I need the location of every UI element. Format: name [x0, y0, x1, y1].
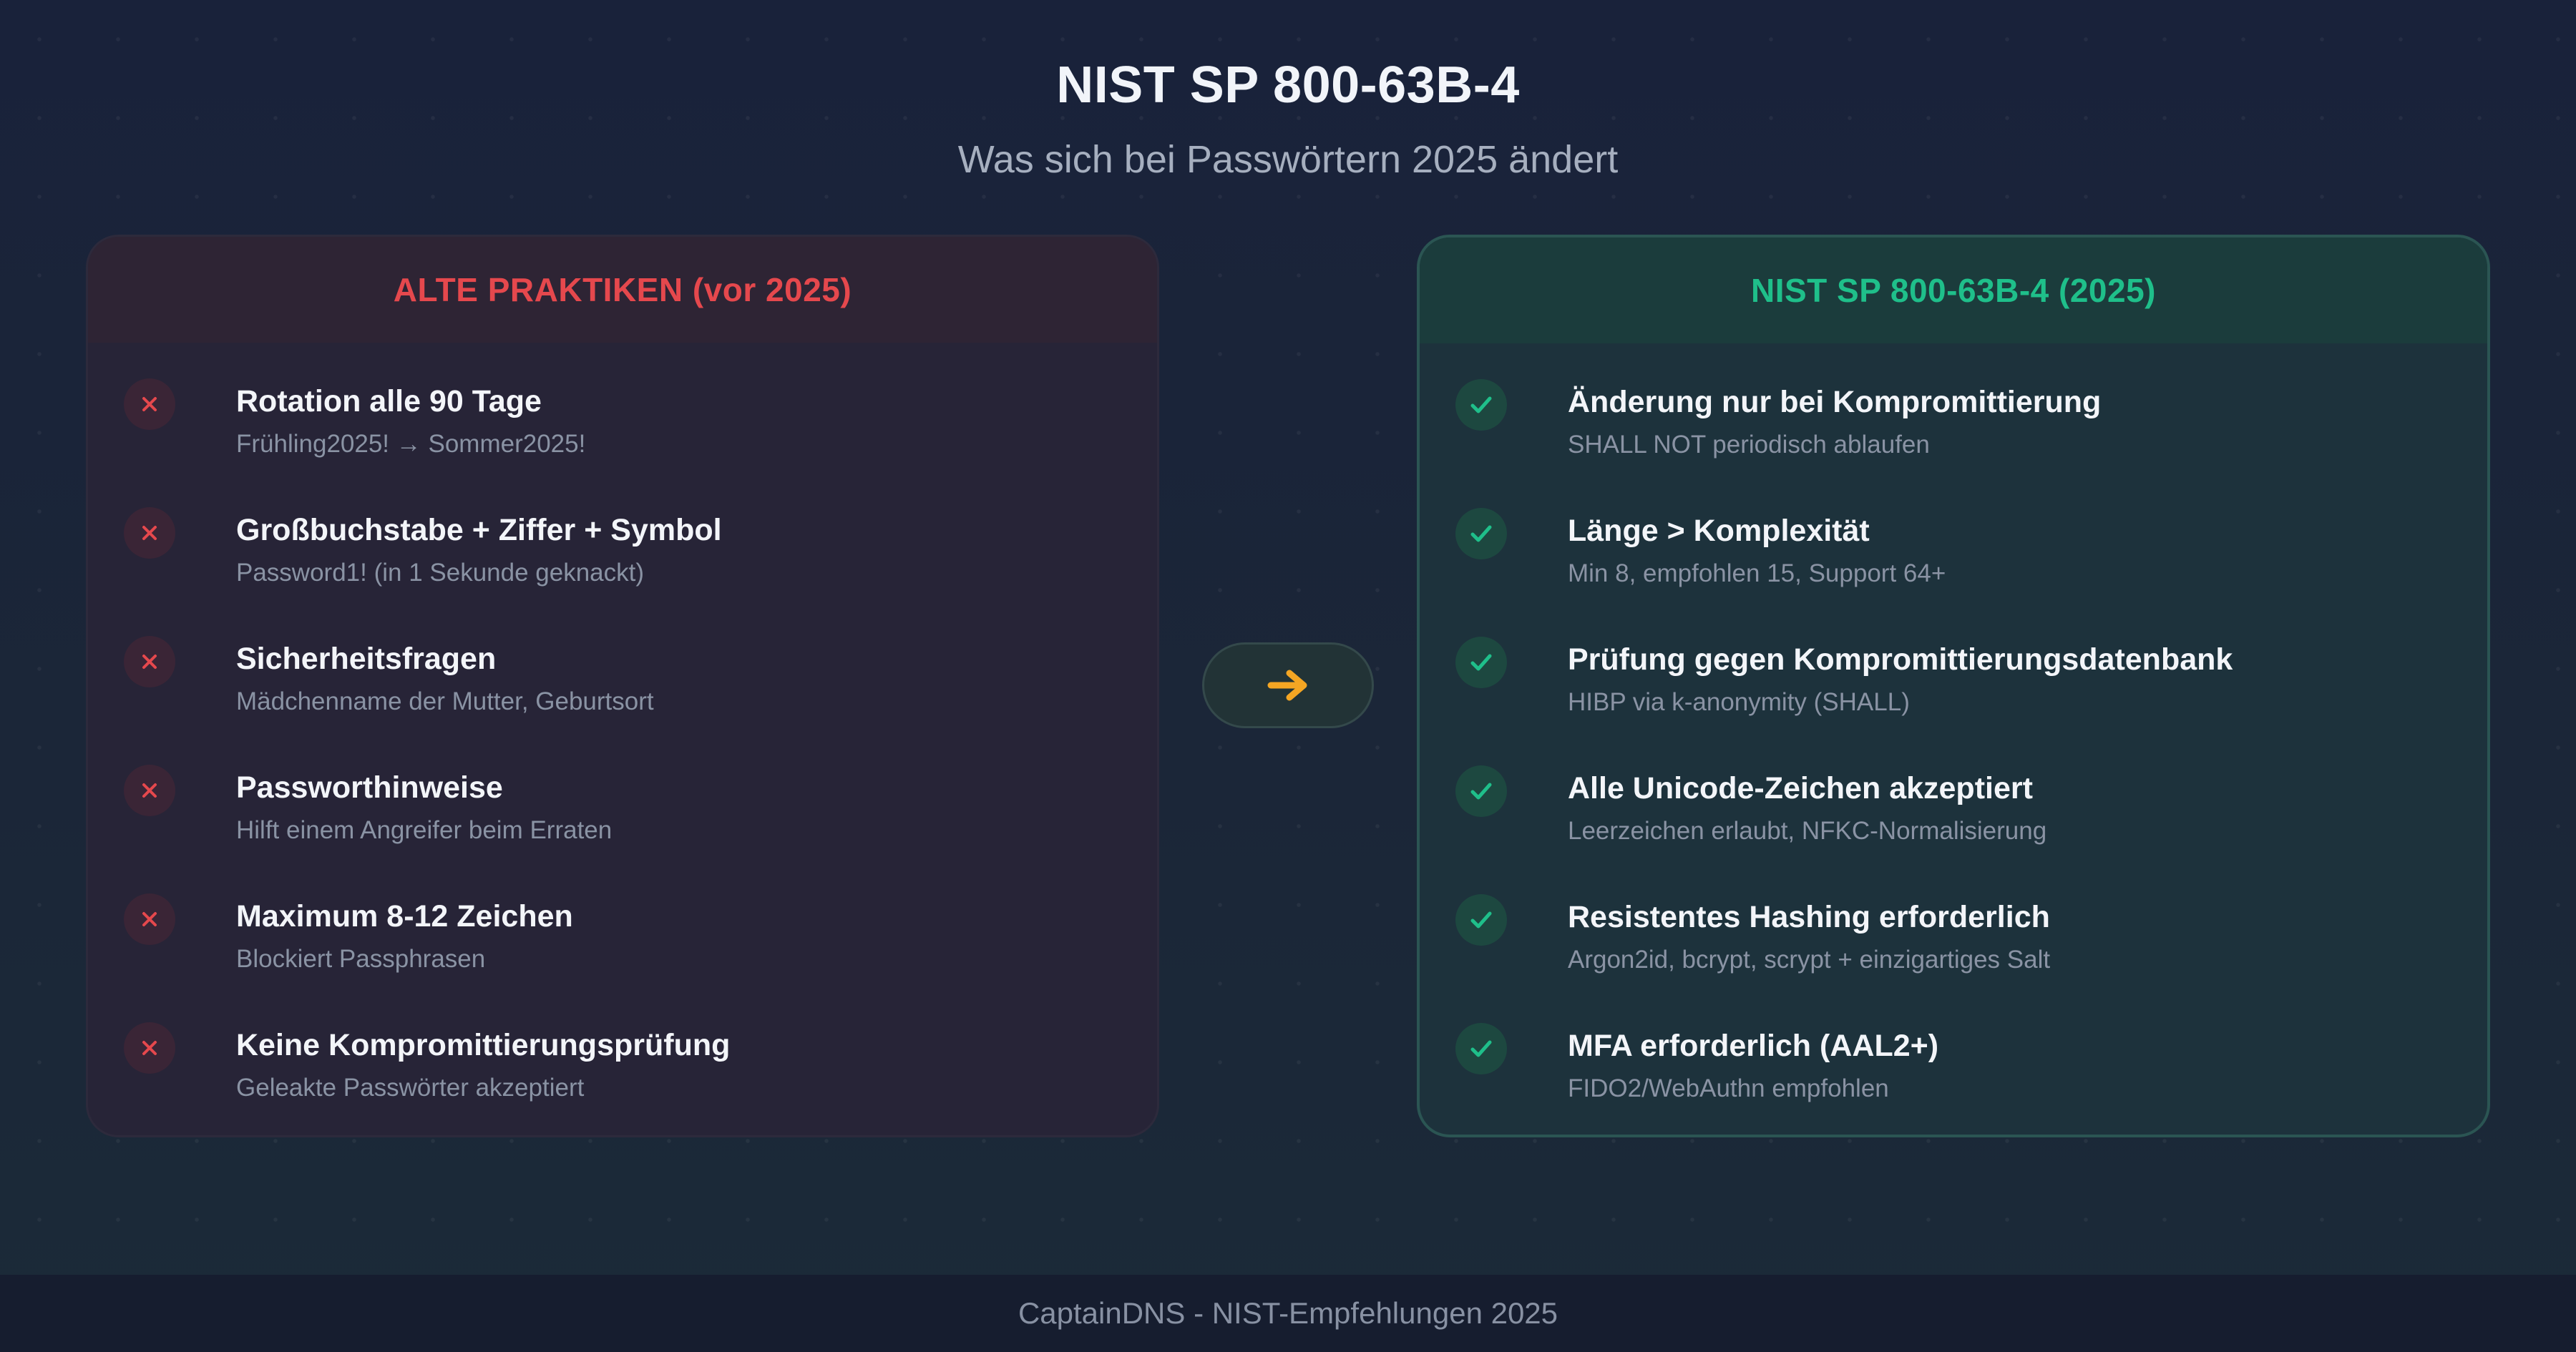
old-practice-desc: Frühling2025! → Sommer2025! [236, 430, 586, 458]
x-icon [124, 893, 175, 945]
old-practice-title: Maximum 8-12 Zeichen [236, 899, 573, 934]
check-icon [1455, 765, 1507, 817]
page-title: NIST SP 800-63B-4 [1056, 57, 1520, 114]
new-practice-desc: Min 8, empfohlen 15, Support 64+ [1568, 559, 1946, 587]
old-practice-title: Keine Kompromittierungsprüfung [236, 1028, 731, 1062]
new-practice-desc: Argon2id, bcrypt, scrypt + einzigartiges… [1568, 946, 2051, 974]
old-practice-desc: Password1! (in 1 Sekunde geknackt) [236, 559, 645, 587]
new-practice-item: MFA erforderlich (AAL2+) FIDO2/WebAuthn … [1455, 1023, 2459, 1135]
new-practice-item: Länge > Komplexität Min 8, empfohlen 15,… [1455, 508, 2459, 622]
x-icon [124, 636, 175, 687]
old-practice-title: Großbuchstabe + Ziffer + Symbol [236, 513, 722, 547]
check-icon [1455, 379, 1507, 431]
new-practice-title: Änderung nur bei Kompromittierung [1568, 385, 2102, 419]
x-icon [124, 1022, 175, 1074]
transition-arrow [1202, 642, 1374, 728]
footer-text: CaptainDNS - NIST-Empfehlungen 2025 [1018, 1296, 1558, 1330]
old-practice-item: Sicherheitsfragen Mädchenname der Mutter… [124, 636, 1128, 750]
check-icon [1455, 894, 1507, 946]
check-icon [1455, 637, 1507, 688]
new-practice-title: Prüfung gegen Kompromittierungsdatenbank [1568, 642, 2233, 677]
new-practice-desc: HIBP via k-anonymity (SHALL) [1568, 688, 1910, 716]
new-practice-desc: FIDO2/WebAuthn empfohlen [1568, 1074, 1889, 1102]
old-practice-item: Maximum 8-12 Zeichen Blockiert Passphras… [124, 893, 1128, 1008]
new-practice-title: Alle Unicode-Zeichen akzeptiert [1568, 771, 2033, 805]
check-icon [1455, 1023, 1507, 1074]
old-practice-title: Sicherheitsfragen [236, 642, 497, 676]
page-subtitle: Was sich bei Passwörtern 2025 ändert [957, 138, 1619, 181]
old-practice-desc: Blockiert Passphrasen [236, 945, 486, 973]
old-practices-heading: ALTE PRAKTIKEN (vor 2025) [88, 237, 1157, 343]
old-practice-item: Rotation alle 90 Tage Frühling2025! → So… [124, 378, 1128, 493]
new-practices-heading: NIST SP 800-63B-4 (2025) [1420, 237, 2487, 343]
x-icon [124, 765, 175, 816]
old-practice-title: Passworthinweise [236, 770, 503, 805]
new-practice-item: Alle Unicode-Zeichen akzeptiert Leerzeic… [1455, 765, 2459, 880]
old-practice-item: Passworthinweise Hilft einem Angreifer b… [124, 765, 1128, 879]
new-practice-title: Resistentes Hashing erforderlich [1568, 900, 2050, 934]
new-practice-desc: Leerzeichen erlaubt, NFKC-Normalisierung [1568, 817, 2047, 845]
footer: CaptainDNS - NIST-Empfehlungen 2025 [0, 1275, 2576, 1352]
old-practice-desc: Geleakte Passwörter akzeptiert [236, 1074, 585, 1102]
old-practice-item: Großbuchstabe + Ziffer + Symbol Password… [124, 507, 1128, 622]
old-practices-panel: ALTE PRAKTIKEN (vor 2025) Rotation alle … [86, 235, 1159, 1137]
arrow-right-icon [1267, 670, 1307, 701]
old-practice-title: Rotation alle 90 Tage [236, 384, 542, 418]
new-practice-title: MFA erforderlich (AAL2+) [1568, 1029, 1939, 1063]
new-practice-title: Länge > Komplexität [1568, 514, 1870, 548]
new-practice-item: Resistentes Hashing erforderlich Argon2i… [1455, 894, 2459, 1009]
new-practice-item: Änderung nur bei Kompromittierung SHALL … [1455, 379, 2459, 494]
new-practice-item: Prüfung gegen Kompromittierungsdatenbank… [1455, 637, 2459, 751]
old-practice-item: Keine Kompromittierungsprüfung Geleakte … [124, 1022, 1128, 1135]
old-practice-desc: Hilft einem Angreifer beim Erraten [236, 816, 613, 844]
x-icon [124, 378, 175, 430]
new-practice-desc: SHALL NOT periodisch ablaufen [1568, 431, 1930, 459]
new-practices-panel: NIST SP 800-63B-4 (2025) Änderung nur be… [1417, 235, 2490, 1137]
x-icon [124, 507, 175, 559]
old-practice-desc: Mädchenname der Mutter, Geburtsort [236, 687, 654, 715]
check-icon [1455, 508, 1507, 559]
